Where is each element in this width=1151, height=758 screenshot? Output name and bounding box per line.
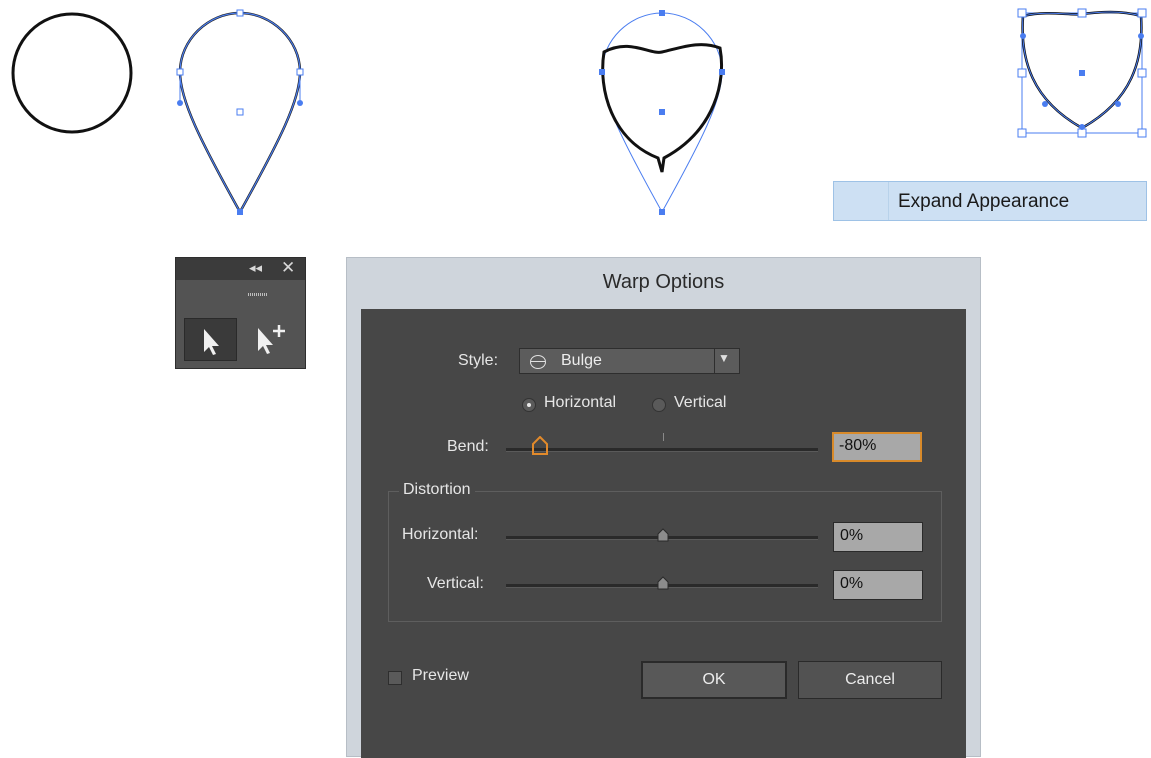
teardrop-shape[interactable] bbox=[176, 9, 304, 215]
style-selected-value: Bulge bbox=[561, 352, 602, 369]
warped-shape-preview[interactable] bbox=[599, 10, 725, 215]
direct-selection-add-tool-button[interactable] bbox=[252, 318, 300, 361]
close-icon[interactable]: ✕ bbox=[281, 258, 295, 278]
collapse-icon[interactable]: ◂◂ bbox=[249, 260, 262, 276]
preview-label[interactable]: Preview bbox=[412, 667, 469, 685]
panel-title-bar[interactable]: ◂◂ ✕ bbox=[176, 258, 305, 280]
shield-shape-selected[interactable] bbox=[1017, 8, 1147, 138]
dialog-body: Style: Bulge ▼ Horizontal Vertical Bend:… bbox=[361, 309, 966, 758]
vertical-radio[interactable] bbox=[652, 398, 666, 412]
distortion-group: Distortion bbox=[388, 481, 942, 622]
direct-selection-plus-icon bbox=[258, 325, 285, 354]
vertical-distortion-label: Vertical: bbox=[427, 575, 484, 592]
warp-options-dialog: Warp Options Style: Bulge ▼ Horizontal V… bbox=[346, 257, 981, 758]
horizontal-radio-label[interactable]: Horizontal bbox=[544, 394, 616, 412]
bend-label: Bend: bbox=[447, 438, 489, 455]
selection-tool-button[interactable] bbox=[184, 318, 237, 361]
panel-grip-icon[interactable] bbox=[248, 293, 268, 296]
ok-button[interactable]: OK bbox=[641, 661, 787, 699]
horizontal-distortion-label: Horizontal: bbox=[402, 526, 479, 543]
bulge-style-icon bbox=[530, 355, 546, 369]
chevron-down-icon[interactable]: ▼ bbox=[718, 351, 730, 365]
style-label: Style: bbox=[458, 352, 499, 369]
bend-slider-thumb[interactable] bbox=[531, 436, 549, 456]
preview-checkbox[interactable] bbox=[388, 671, 402, 685]
menu-icon-gutter bbox=[834, 182, 889, 220]
expand-appearance-menu-item[interactable]: Expand Appearance bbox=[833, 181, 1147, 221]
selection-arrow-icon bbox=[204, 329, 219, 355]
circle-shape[interactable] bbox=[11, 12, 133, 134]
bend-value-field[interactable]: -80% bbox=[832, 432, 922, 462]
menu-item-label: Expand Appearance bbox=[898, 191, 1070, 212]
bend-slider-track[interactable] bbox=[506, 448, 818, 452]
bend-center-tick bbox=[663, 433, 664, 441]
distortion-legend: Distortion bbox=[399, 481, 475, 499]
tools-panel: ◂◂ ✕ bbox=[175, 257, 306, 369]
dropdown-separator bbox=[714, 349, 715, 373]
cancel-button[interactable]: Cancel bbox=[798, 661, 942, 699]
vertical-distortion-slider-thumb[interactable] bbox=[657, 576, 669, 590]
horizontal-radio[interactable] bbox=[522, 398, 536, 412]
style-dropdown[interactable]: Bulge ▼ bbox=[519, 348, 740, 374]
vertical-radio-label[interactable]: Vertical bbox=[674, 394, 726, 412]
dialog-title: Warp Options bbox=[602, 271, 725, 293]
horizontal-distortion-value-field[interactable]: 0% bbox=[833, 522, 923, 552]
vertical-distortion-value-field[interactable]: 0% bbox=[833, 570, 923, 600]
horizontal-distortion-slider-thumb[interactable] bbox=[657, 528, 669, 542]
